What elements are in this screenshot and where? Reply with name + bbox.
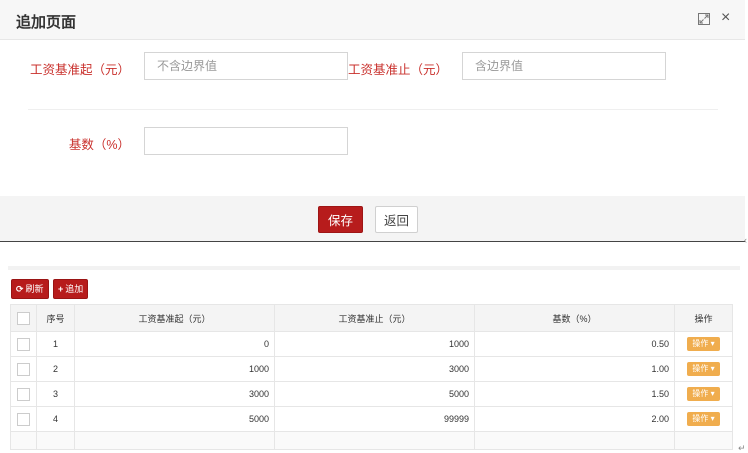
row-salary-end: 3000 [274, 356, 475, 382]
operation-dropdown-button[interactable]: 操作 ▾ [687, 362, 720, 376]
table-row[interactable]: 4 5000 99999 2.00 操作 ▾ [10, 406, 733, 432]
row-select-cell[interactable] [10, 381, 37, 407]
row-salary-end: 5000 [274, 381, 475, 407]
modal-title: 追加页面 [16, 14, 77, 31]
refresh-label: 刷新 [25, 284, 44, 294]
table-row[interactable]: 2 1000 3000 1.00 操作 ▾ [10, 356, 733, 382]
close-icon[interactable]: × [721, 10, 733, 26]
plus-icon: + [58, 284, 64, 294]
empty-cell [274, 431, 475, 450]
header-salary-start[interactable]: 工资基准起（元） [74, 304, 275, 332]
empty-cell [474, 431, 675, 450]
table-header-row: 序号 工资基准起（元） 工资基准止（元） 基数（%） 操作 [10, 304, 733, 332]
row-base-percent: 0.50 [474, 331, 675, 357]
row-select-cell[interactable] [10, 406, 37, 432]
row-salary-end: 99999 [274, 406, 475, 432]
row-no: 4 [36, 406, 75, 432]
row-salary-start: 1000 [74, 356, 275, 382]
table-empty-row [10, 431, 733, 450]
refresh-icon: ⟳ [16, 284, 24, 294]
salary-base-table: 序号 工资基准起（元） 工资基准止（元） 基数（%） 操作 1 0 1000 0… [10, 304, 733, 450]
empty-cell [674, 431, 733, 450]
empty-cell [36, 431, 75, 450]
maximize-icon[interactable] [698, 13, 710, 25]
row-no: 1 [36, 331, 75, 357]
operation-dropdown-button[interactable]: 操作 ▾ [687, 337, 720, 351]
salary-end-input[interactable] [462, 52, 666, 80]
add-label: 追加 [65, 284, 84, 294]
table-row[interactable]: 3 3000 5000 1.50 操作 ▾ [10, 381, 733, 407]
refresh-button[interactable]: ⟳ 刷新 [11, 279, 49, 299]
header-base-percent[interactable]: 基数（%） [474, 304, 675, 332]
salary-end-label: 工资基准止（元） [347, 63, 448, 77]
operation-label: 操作 [692, 414, 709, 423]
row-base-percent: 1.00 [474, 356, 675, 382]
row-salary-start: 5000 [74, 406, 275, 432]
operation-dropdown-button[interactable]: 操作 ▾ [687, 412, 720, 426]
select-all-cell[interactable] [10, 304, 37, 332]
operation-dropdown-button[interactable]: 操作 ▾ [687, 387, 720, 401]
row-checkbox[interactable] [17, 412, 30, 426]
header-no[interactable]: 序号 [36, 304, 75, 332]
form-divider [28, 109, 718, 110]
row-op-cell: 操作 ▾ [674, 406, 733, 432]
row-no: 3 [36, 381, 75, 407]
caret-down-icon: ▾ [710, 414, 715, 423]
add-page-modal: 追加页面 × 工资基准起（元） 工资基准止（元） 基数（%） 保存 返回 [0, 0, 745, 242]
operation-label: 操作 [692, 339, 709, 348]
resize-mark: ‹ [744, 235, 747, 245]
salary-start-label: 工资基准起（元） [29, 63, 130, 77]
row-salary-end: 1000 [274, 331, 475, 357]
back-button[interactable]: 返回 [375, 206, 418, 233]
empty-cell [10, 431, 37, 450]
row-op-cell: 操作 ▾ [674, 356, 733, 382]
row-salary-start: 3000 [74, 381, 275, 407]
row-base-percent: 1.50 [474, 381, 675, 407]
base-percent-input[interactable] [144, 127, 348, 155]
operation-label: 操作 [692, 389, 709, 398]
salary-start-input[interactable] [144, 52, 348, 80]
header-salary-end[interactable]: 工资基准止（元） [274, 304, 475, 332]
caret-down-icon: ▾ [710, 389, 715, 398]
row-op-cell: 操作 ▾ [674, 381, 733, 407]
panel-separator [8, 266, 740, 270]
base-percent-label: 基数（%） [68, 138, 130, 152]
caret-down-icon: ▾ [710, 364, 715, 373]
select-all-checkbox[interactable] [17, 311, 30, 325]
add-button[interactable]: + 追加 [53, 279, 89, 299]
operation-label: 操作 [692, 364, 709, 373]
table-row[interactable]: 1 0 1000 0.50 操作 ▾ [10, 331, 733, 357]
row-select-cell[interactable] [10, 356, 37, 382]
return-mark: ↵ [738, 443, 746, 453]
row-no: 2 [36, 356, 75, 382]
row-checkbox[interactable] [17, 337, 30, 351]
row-op-cell: 操作 ▾ [674, 331, 733, 357]
modal-footer: 保存 返回 [0, 196, 745, 242]
modal-header: 追加页面 × [0, 0, 745, 40]
save-button[interactable]: 保存 [318, 206, 363, 233]
header-operation: 操作 [674, 304, 733, 332]
row-base-percent: 2.00 [474, 406, 675, 432]
empty-cell [74, 431, 275, 450]
row-select-cell[interactable] [10, 331, 37, 357]
caret-down-icon: ▾ [710, 339, 715, 348]
row-salary-start: 0 [74, 331, 275, 357]
row-checkbox[interactable] [17, 362, 30, 376]
row-checkbox[interactable] [17, 387, 30, 401]
